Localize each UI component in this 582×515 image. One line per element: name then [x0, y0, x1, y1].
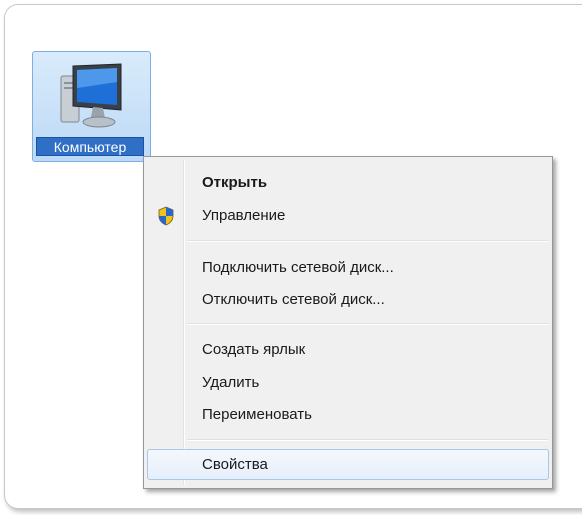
menu-item-label: Переименовать [202, 406, 312, 423]
menu-item-manage[interactable]: Управление [147, 200, 549, 230]
menu-item-map-network-drive[interactable]: Подключить сетевой диск... [147, 252, 549, 282]
menu-item-label: Отключить сетевой диск... [202, 291, 385, 308]
desktop-icon-computer[interactable]: Компьютер [32, 51, 151, 162]
menu-item-label: Подключить сетевой диск... [202, 259, 394, 276]
computer-icon [60, 63, 122, 128]
uac-shield-icon [158, 206, 174, 226]
menu-item-create-shortcut[interactable]: Создать ярлык [147, 334, 549, 364]
menu-item-properties[interactable]: Свойства [147, 449, 549, 480]
menu-item-rename[interactable]: Переименовать [147, 399, 549, 429]
menu-item-delete[interactable]: Удалить [147, 367, 549, 397]
desktop-icon-label: Компьютер [36, 137, 144, 156]
menu-separator [187, 439, 548, 441]
menu-item-label: Свойства [202, 456, 268, 473]
context-menu: Открыть Управление Подключить сетевой ди… [143, 156, 553, 489]
menu-separator [187, 323, 548, 325]
menu-item-label: Открыть [202, 174, 268, 191]
menu-item-open[interactable]: Открыть [147, 167, 549, 197]
menu-item-disconnect-network-drive[interactable]: Отключить сетевой диск... [147, 284, 549, 314]
menu-item-label: Создать ярлык [202, 341, 306, 358]
menu-item-label: Удалить [202, 374, 260, 391]
menu-item-label: Управление [202, 207, 286, 224]
menu-separator [187, 240, 548, 242]
